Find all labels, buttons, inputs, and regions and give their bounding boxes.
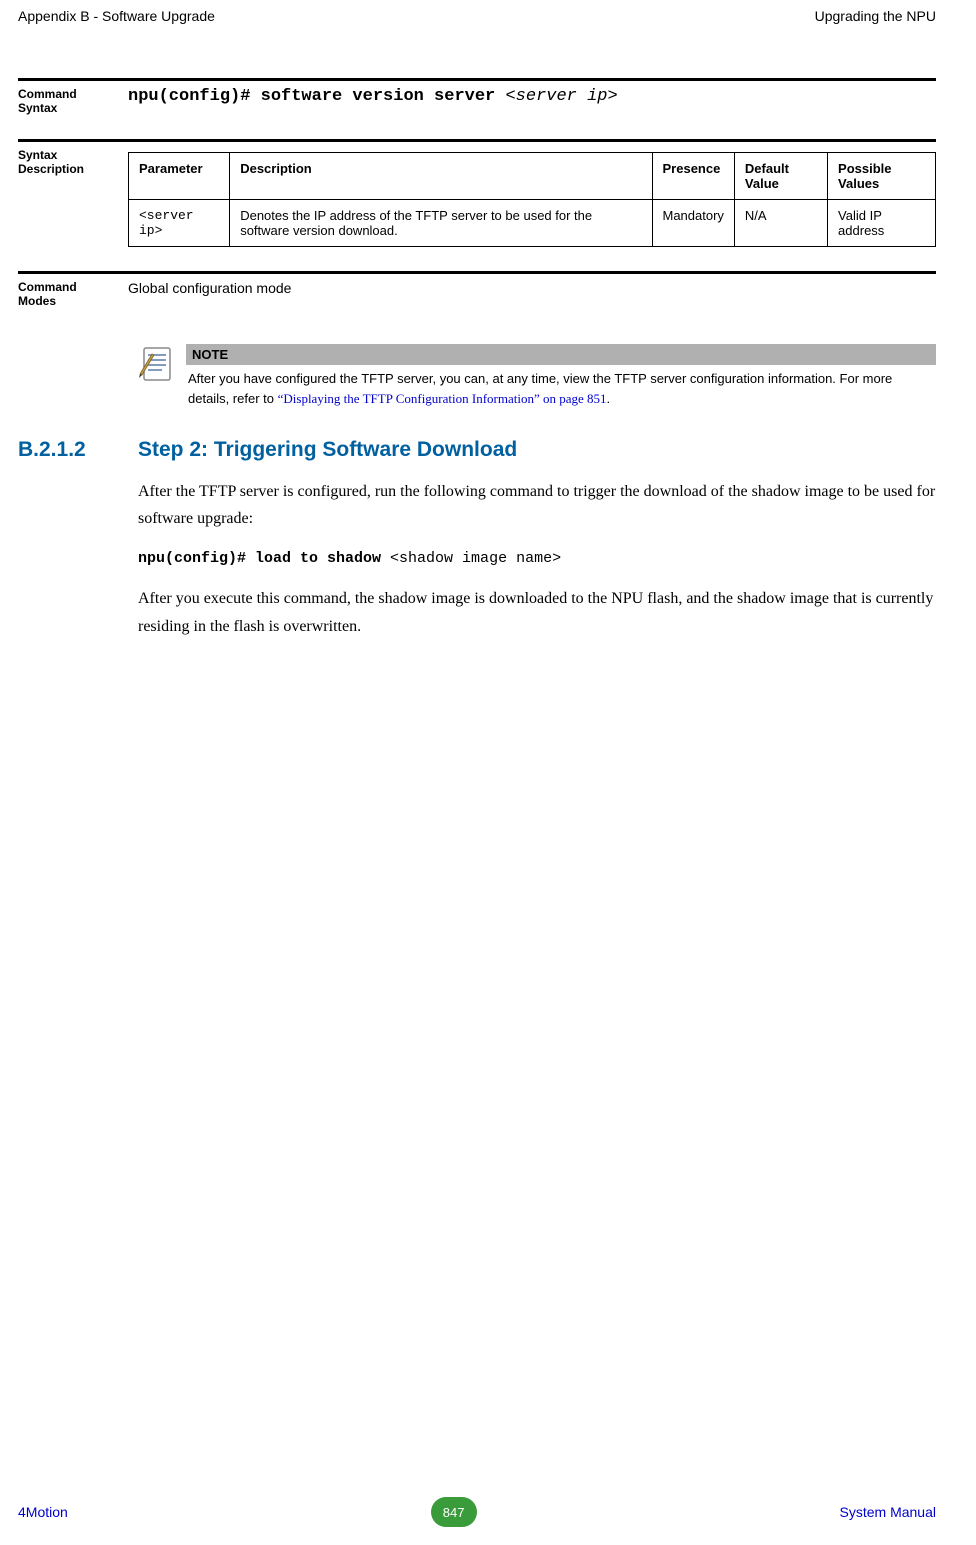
td-possible: Valid IP address (828, 200, 936, 247)
syntax-description-block: Syntax Description Parameter Description… (18, 139, 936, 247)
command-modes-block: Command Modes Global configuration mode (18, 271, 936, 308)
section-number: B.2.1.2 (18, 438, 138, 462)
td-description: Denotes the IP address of the TFTP serve… (230, 200, 652, 247)
command-syntax-label: Command Syntax (18, 87, 120, 115)
td-parameter: <server ip> (129, 200, 230, 247)
th-possible: Possible Values (828, 153, 936, 200)
note-body: NOTE After you have configured the TFTP … (186, 344, 936, 412)
command-modes-label: Command Modes (18, 280, 120, 308)
syntax-description-content: Parameter Description Presence Default V… (120, 148, 936, 247)
body-paragraph-1: After the TFTP server is configured, run… (138, 478, 936, 532)
th-parameter: Parameter (129, 153, 230, 200)
td-default: N/A (734, 200, 827, 247)
table-row: <server ip> Denotes the IP address of th… (129, 200, 936, 247)
command-line-bold: npu(config)# load to shadow (138, 550, 390, 567)
syntax-description-label: Syntax Description (18, 148, 120, 247)
th-description: Description (230, 153, 652, 200)
th-default: Default Value (734, 153, 827, 200)
command-line: npu(config)# load to shadow <shadow imag… (138, 550, 936, 567)
command-syntax-content: npu(config)# software version server <se… (120, 87, 936, 115)
header-right-text: Upgrading the NPU (815, 8, 936, 24)
td-presence: Mandatory (652, 200, 734, 247)
note-block: NOTE After you have configured the TFTP … (138, 344, 936, 412)
page-number-badge: 847 (431, 1497, 477, 1527)
note-header: NOTE (186, 344, 936, 365)
table-header-row: Parameter Description Presence Default V… (129, 153, 936, 200)
page-header: Appendix B - Software Upgrade Upgrading … (0, 0, 976, 28)
note-suffix: . (607, 391, 611, 406)
command-syntax-block: Command Syntax npu(config)# software ver… (18, 78, 936, 115)
footer-left: 4Motion (18, 1504, 68, 1520)
note-icon (138, 344, 178, 384)
page-content: Command Syntax npu(config)# software ver… (0, 28, 976, 640)
command-modes-text: Global configuration mode (120, 280, 936, 308)
command-syntax-prefix: npu(config)# software version server (128, 87, 505, 106)
th-presence: Presence (652, 153, 734, 200)
command-line-param: <shadow image name> (390, 550, 561, 567)
note-text: After you have configured the TFTP serve… (186, 365, 936, 412)
header-left-text: Appendix B - Software Upgrade (18, 8, 215, 24)
body-paragraph-2: After you execute this command, the shad… (138, 585, 936, 639)
command-syntax-param: <server ip> (505, 87, 617, 106)
command-syntax-text: npu(config)# software version server <se… (128, 87, 618, 106)
section-title: Step 2: Triggering Software Download (138, 438, 517, 462)
footer-right: System Manual (840, 1504, 936, 1520)
section-heading: B.2.1.2 Step 2: Triggering Software Down… (18, 438, 936, 462)
syntax-table: Parameter Description Presence Default V… (128, 152, 936, 247)
note-link[interactable]: “Displaying the TFTP Configuration Infor… (278, 391, 607, 406)
page-footer: 4Motion 847 System Manual (0, 1497, 976, 1527)
